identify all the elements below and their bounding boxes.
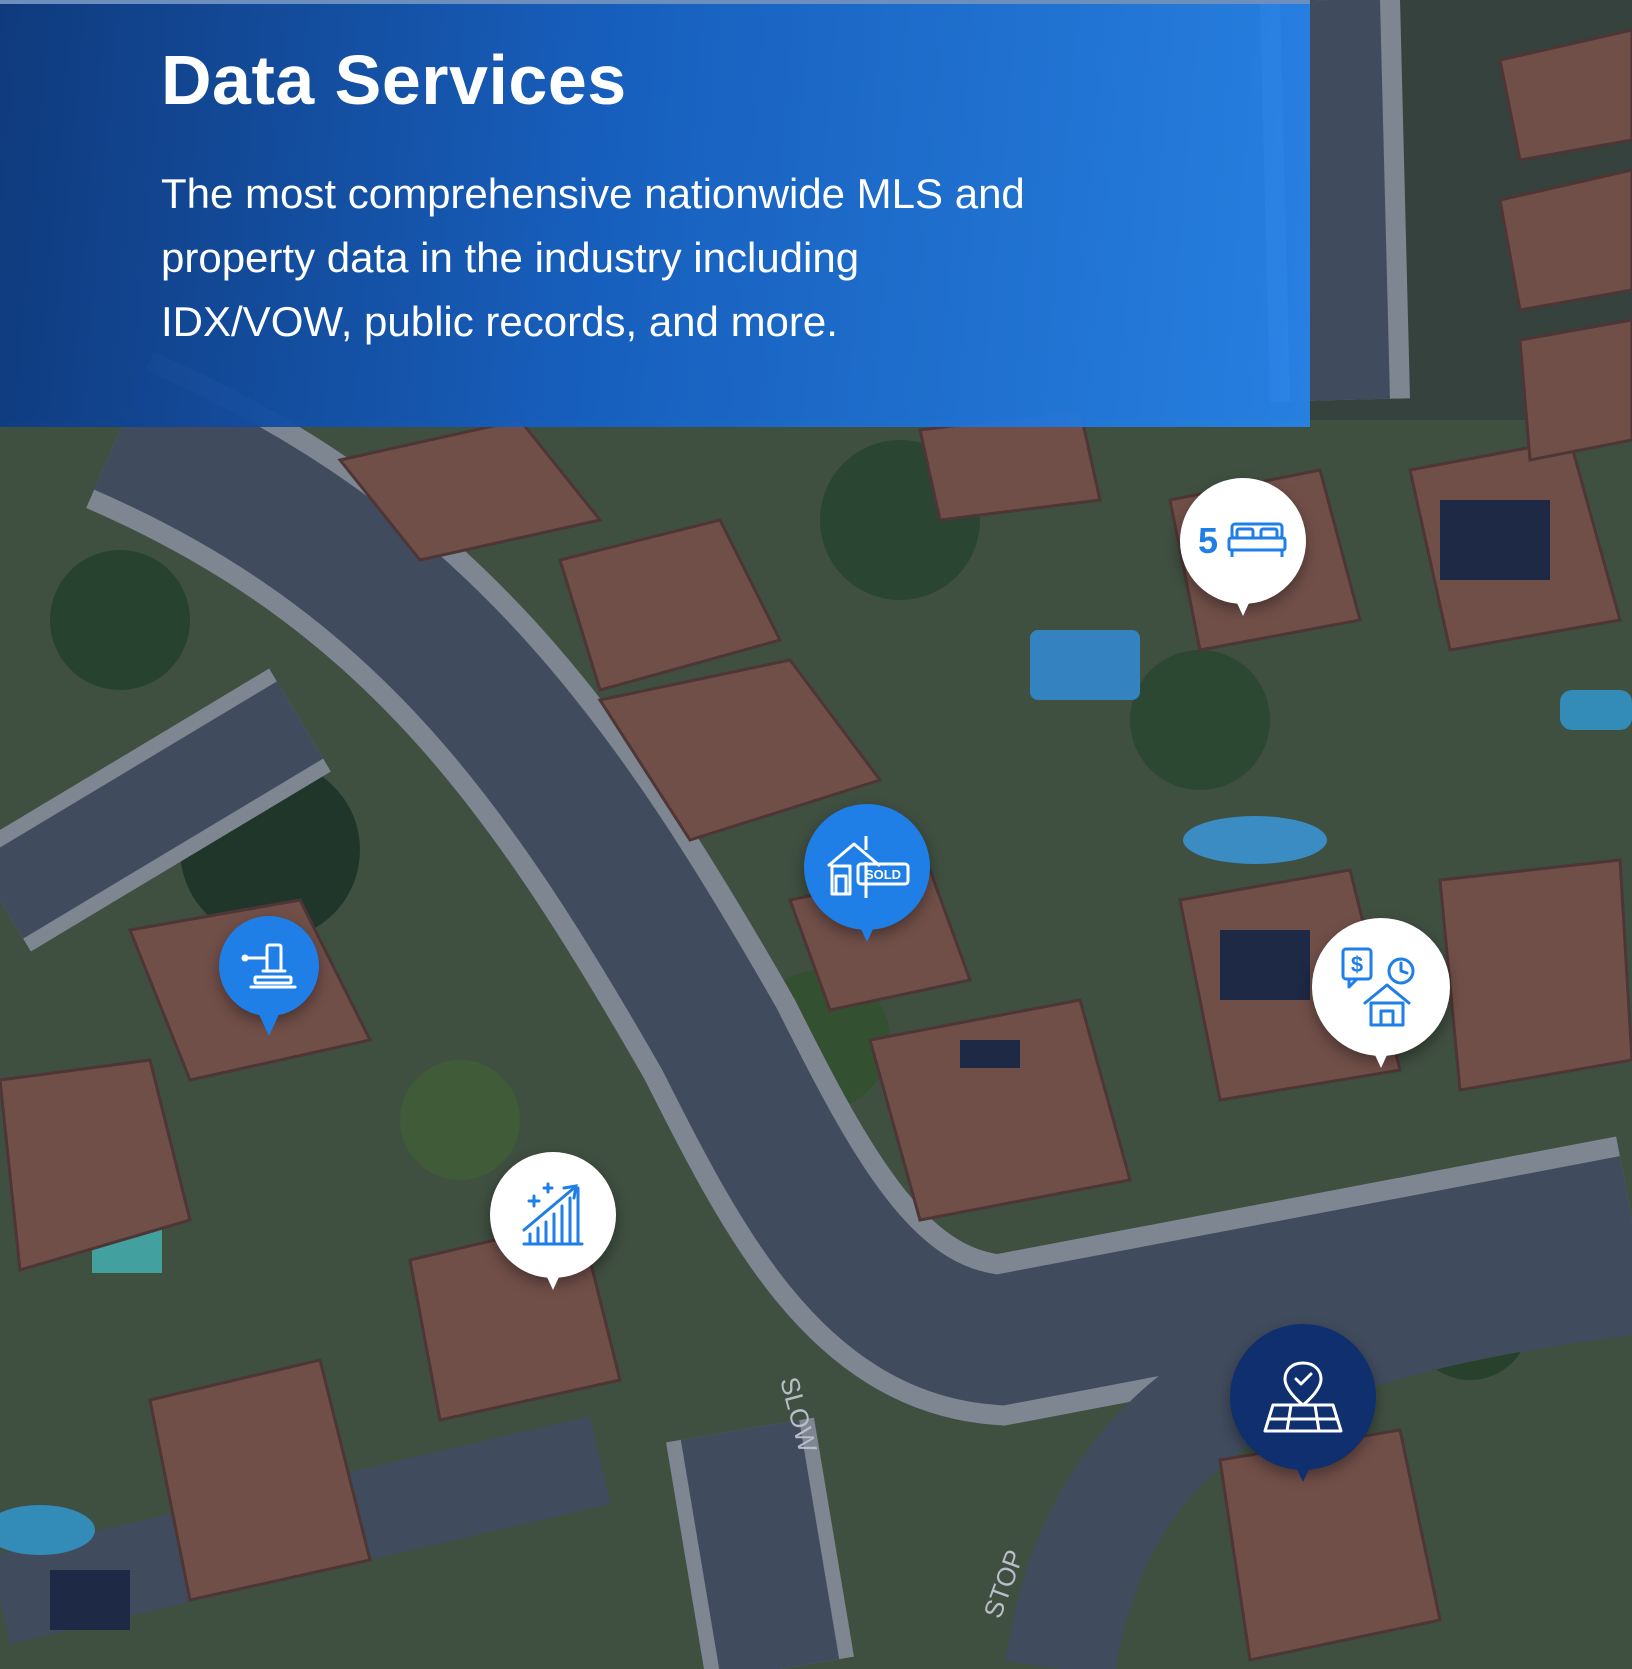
pin-auction-bubble	[219, 916, 319, 1016]
map-pin-check-icon	[1263, 1361, 1343, 1433]
hero-description: The most comprehensive nationwide MLS an…	[161, 170, 1025, 345]
pin-tail	[257, 1010, 281, 1036]
pin-trends	[490, 1152, 616, 1302]
pin-valuation-bubble: $	[1312, 918, 1450, 1056]
gavel-icon	[241, 943, 297, 989]
pin-location	[1230, 1324, 1376, 1496]
growth-chart-icon	[522, 1182, 584, 1246]
pin-tail	[855, 916, 879, 942]
data-services-banner: SLOW STOP Data Services The most compreh…	[0, 0, 1632, 1669]
pin-bedrooms-bubble: 5	[1180, 478, 1306, 604]
hero-panel: Data Services The most comprehensive nat…	[0, 0, 1310, 427]
sold-sign-house-icon: SOLD	[827, 836, 910, 898]
price-history-house-icon: $	[1341, 947, 1415, 1027]
sold-label: SOLD	[865, 867, 901, 882]
pin-location-bubble	[1230, 1324, 1376, 1470]
svg-text:$: $	[1351, 952, 1363, 977]
pin-tail	[1231, 590, 1255, 616]
pin-tail	[1291, 1456, 1315, 1482]
bedroom-count: 5	[1197, 520, 1219, 561]
pin-sold: SOLD	[804, 804, 930, 954]
pin-trends-bubble	[490, 1152, 616, 1278]
pin-auction	[219, 916, 345, 1066]
pin-valuation: $	[1312, 918, 1450, 1068]
pin-tail	[541, 1264, 565, 1290]
page-title: Data Services	[161, 41, 627, 119]
bed-icon	[1227, 522, 1287, 557]
pin-sold-bubble: SOLD	[804, 804, 930, 930]
pin-tail	[1369, 1042, 1393, 1068]
pin-bedrooms: 5	[1180, 478, 1306, 628]
